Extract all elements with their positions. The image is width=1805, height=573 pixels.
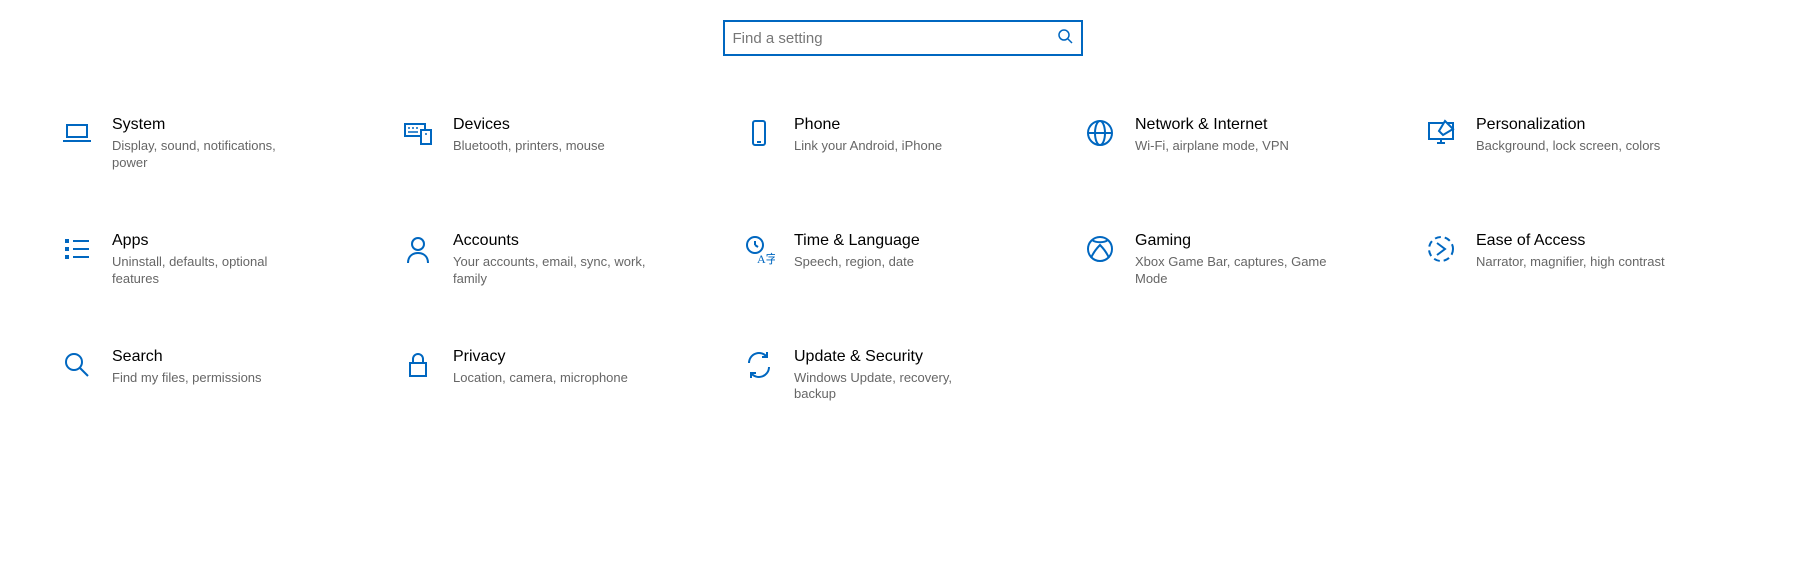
settings-grid: System Display, sound, notifications, pow… bbox=[50, 116, 1755, 403]
tile-desc: Find my files, permissions bbox=[112, 370, 262, 387]
list-icon bbox=[60, 232, 94, 266]
tile-desc: Wi-Fi, airplane mode, VPN bbox=[1135, 138, 1289, 155]
tile-title: Personalization bbox=[1476, 116, 1660, 134]
tile-apps[interactable]: Apps Uninstall, defaults, optional featur… bbox=[60, 232, 381, 288]
tile-update[interactable]: Update & Security Windows Update, recover… bbox=[742, 348, 1063, 404]
tile-text: System Display, sound, notifications, pow… bbox=[112, 116, 312, 172]
tile-system[interactable]: System Display, sound, notifications, pow… bbox=[60, 116, 381, 172]
tile-text: Update & Security Windows Update, recover… bbox=[794, 348, 994, 404]
search-input[interactable] bbox=[733, 30, 1057, 47]
tile-desc: Bluetooth, printers, mouse bbox=[453, 138, 605, 155]
tile-title: Apps bbox=[112, 232, 312, 250]
tile-title: Accounts bbox=[453, 232, 653, 250]
tile-text: Ease of Access Narrator, magnifier, high … bbox=[1476, 232, 1665, 271]
globe-icon bbox=[1083, 116, 1117, 150]
tile-text: Devices Bluetooth, printers, mouse bbox=[453, 116, 605, 155]
tile-text: Phone Link your Android, iPhone bbox=[794, 116, 942, 155]
tile-devices[interactable]: Devices Bluetooth, printers, mouse bbox=[401, 116, 722, 172]
search-container bbox=[50, 20, 1755, 56]
phone-icon bbox=[742, 116, 776, 150]
person-icon bbox=[401, 232, 435, 266]
tile-desc: Link your Android, iPhone bbox=[794, 138, 942, 155]
magnifier-icon bbox=[60, 348, 94, 382]
tile-desc: Background, lock screen, colors bbox=[1476, 138, 1660, 155]
tile-title: Time & Language bbox=[794, 232, 920, 250]
search-icon bbox=[1057, 28, 1073, 49]
tile-gaming[interactable]: Gaming Xbox Game Bar, captures, Game Mode bbox=[1083, 232, 1404, 288]
keyboard-icon bbox=[401, 116, 435, 150]
tile-title: Network & Internet bbox=[1135, 116, 1289, 134]
tile-title: Devices bbox=[453, 116, 605, 134]
tile-time[interactable]: Time & Language Speech, region, date bbox=[742, 232, 1063, 288]
tile-title: Search bbox=[112, 348, 262, 366]
tile-title: Gaming bbox=[1135, 232, 1335, 250]
tile-desc: Speech, region, date bbox=[794, 254, 920, 271]
tile-privacy[interactable]: Privacy Location, camera, microphone bbox=[401, 348, 722, 404]
tile-phone[interactable]: Phone Link your Android, iPhone bbox=[742, 116, 1063, 172]
tile-searchcat[interactable]: Search Find my files, permissions bbox=[60, 348, 381, 404]
tile-ease[interactable]: Ease of Access Narrator, magnifier, high … bbox=[1424, 232, 1745, 288]
tile-title: Ease of Access bbox=[1476, 232, 1665, 250]
tile-desc: Xbox Game Bar, captures, Game Mode bbox=[1135, 254, 1335, 288]
tile-desc: Narrator, magnifier, high contrast bbox=[1476, 254, 1665, 271]
laptop-icon bbox=[60, 116, 94, 150]
ease-of-access-icon bbox=[1424, 232, 1458, 266]
tile-network[interactable]: Network & Internet Wi-Fi, airplane mode, … bbox=[1083, 116, 1404, 172]
tile-title: Phone bbox=[794, 116, 942, 134]
pen-monitor-icon bbox=[1424, 116, 1458, 150]
tile-text: Apps Uninstall, defaults, optional featur… bbox=[112, 232, 312, 288]
search-box[interactable] bbox=[723, 20, 1083, 56]
tile-title: Update & Security bbox=[794, 348, 994, 366]
xbox-icon bbox=[1083, 232, 1117, 266]
tile-title: Privacy bbox=[453, 348, 628, 366]
tile-text: Accounts Your accounts, email, sync, work… bbox=[453, 232, 653, 288]
tile-personalization[interactable]: Personalization Background, lock screen, … bbox=[1424, 116, 1745, 172]
tile-desc: Windows Update, recovery, backup bbox=[794, 370, 994, 404]
sync-icon bbox=[742, 348, 776, 382]
tile-desc: Your accounts, email, sync, work, family bbox=[453, 254, 653, 288]
tile-desc: Uninstall, defaults, optional features bbox=[112, 254, 312, 288]
tile-accounts[interactable]: Accounts Your accounts, email, sync, work… bbox=[401, 232, 722, 288]
tile-title: System bbox=[112, 116, 312, 134]
lock-icon bbox=[401, 348, 435, 382]
tile-text: Network & Internet Wi-Fi, airplane mode, … bbox=[1135, 116, 1289, 155]
tile-text: Time & Language Speech, region, date bbox=[794, 232, 920, 271]
tile-desc: Location, camera, microphone bbox=[453, 370, 628, 387]
tile-desc: Display, sound, notifications, power bbox=[112, 138, 312, 172]
tile-text: Search Find my files, permissions bbox=[112, 348, 262, 387]
tile-text: Personalization Background, lock screen, … bbox=[1476, 116, 1660, 155]
time-language-icon bbox=[742, 232, 776, 266]
tile-text: Gaming Xbox Game Bar, captures, Game Mode bbox=[1135, 232, 1335, 288]
tile-text: Privacy Location, camera, microphone bbox=[453, 348, 628, 387]
